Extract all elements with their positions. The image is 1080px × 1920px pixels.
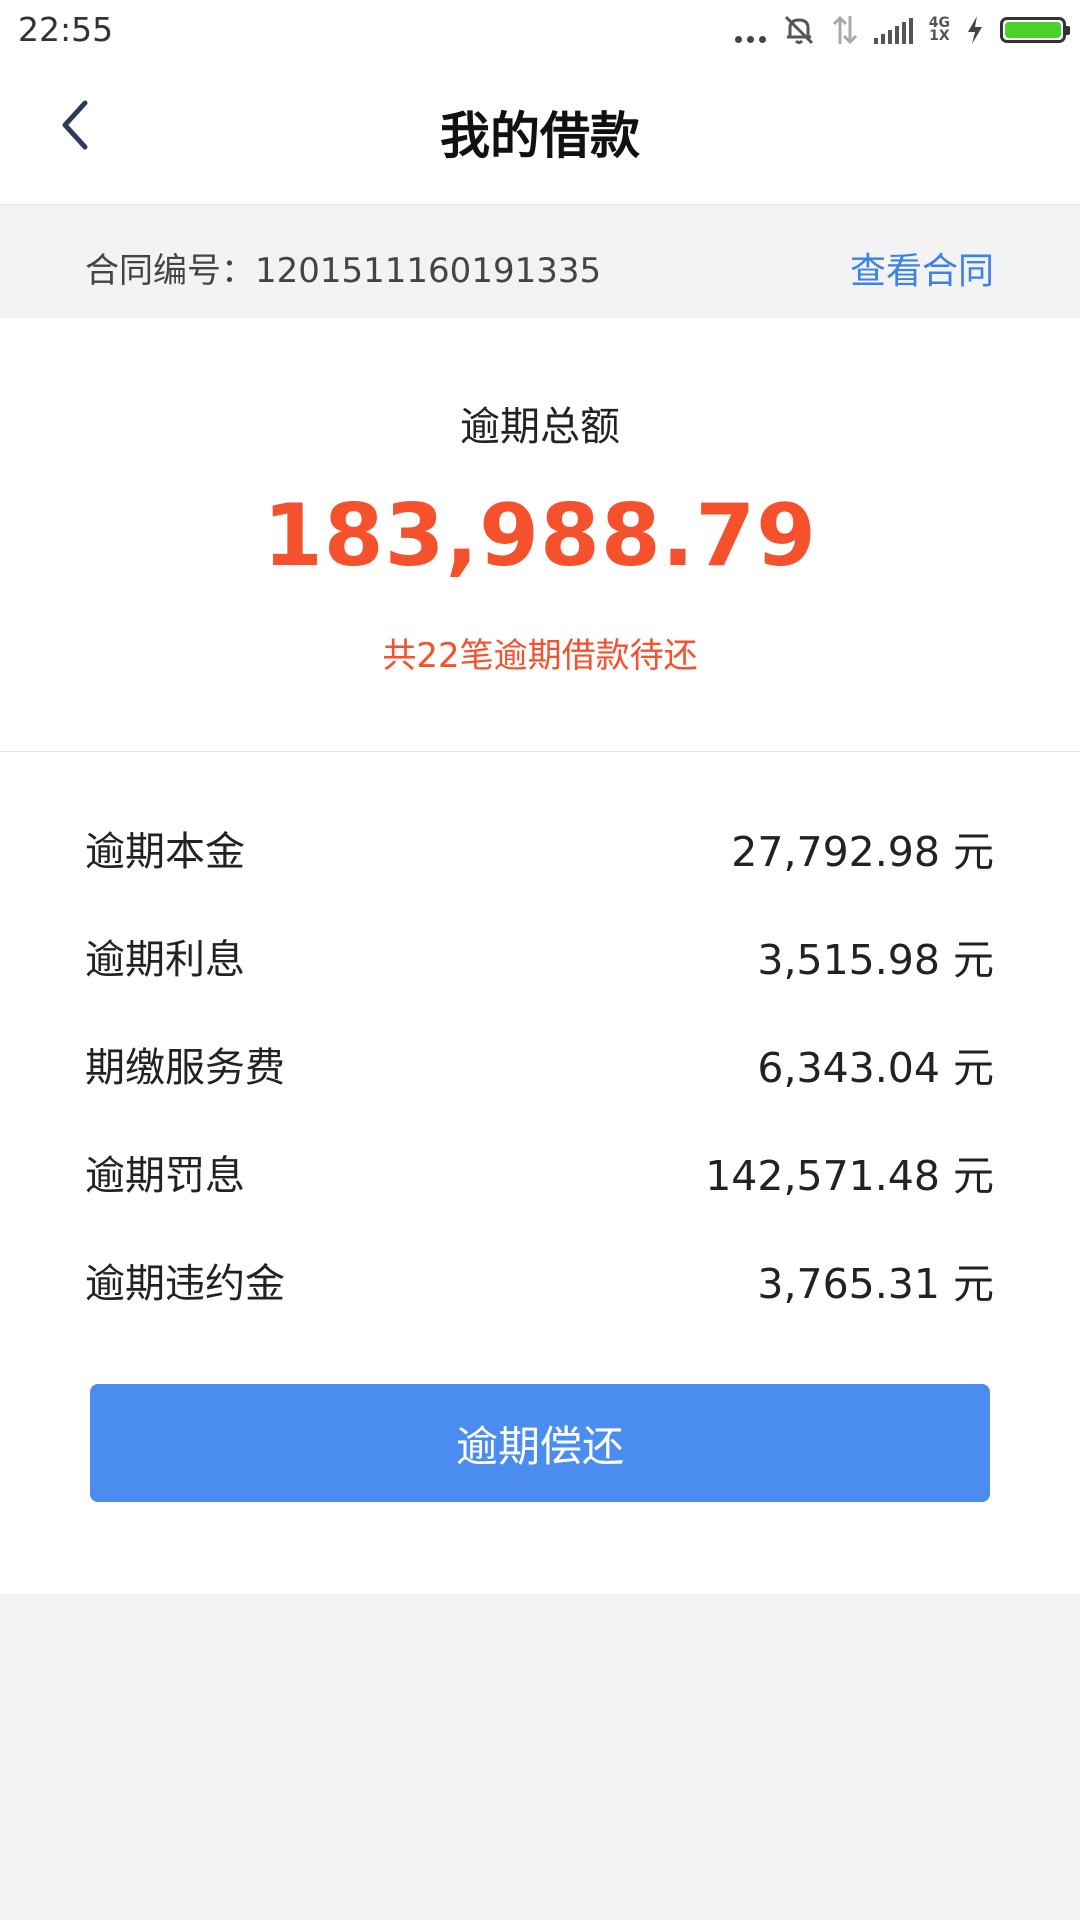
detail-value: 3,765.31 元 (757, 1260, 994, 1308)
detail-row-default-fee: 逾期违约金 3,765.31 元 (85, 1226, 994, 1334)
overdue-count-note: 共22笔逾期借款待还 (382, 636, 698, 676)
more-dots-icon (734, 17, 766, 43)
status-icons: 4G 1X (734, 12, 1070, 48)
detail-label: 逾期利息 (85, 937, 245, 983)
network-type: 4G 1X (928, 15, 950, 44)
loan-card: 逾期总额 183,988.79 共22笔逾期借款待还 逾期本金 27,792.9… (0, 318, 1080, 1594)
data-transfer-icon (832, 15, 857, 45)
detail-row-interest: 逾期利息 3,515.98 元 (85, 902, 994, 1010)
page-title: 我的借款 (440, 107, 640, 165)
detail-row-principal: 逾期本金 27,792.98 元 (85, 794, 994, 902)
detail-value: 3,515.98 元 (757, 936, 994, 984)
charging-icon (968, 16, 982, 44)
overdue-total-amount: 183,988.79 (262, 486, 818, 586)
view-contract-link[interactable]: 查看合同 (850, 242, 994, 294)
detail-label: 逾期罚息 (85, 1153, 245, 1199)
contract-row: 合同编号：1201511160191335 查看合同 (0, 205, 1080, 318)
detail-list: 逾期本金 27,792.98 元 逾期利息 3,515.98 元 期缴服务费 6… (85, 794, 994, 1334)
detail-label: 逾期违约金 (85, 1261, 285, 1307)
detail-label: 期缴服务费 (85, 1045, 285, 1091)
detail-label: 逾期本金 (85, 829, 245, 875)
battery-icon (1000, 17, 1070, 43)
detail-row-service-fee: 期缴服务费 6,343.04 元 (85, 1010, 994, 1118)
status-time: 22:55 (18, 10, 114, 49)
detail-row-penalty-interest: 逾期罚息 142,571.48 元 (85, 1118, 994, 1226)
nav-bar: 我的借款 (0, 60, 1080, 205)
overdue-total-label: 逾期总额 (460, 404, 620, 450)
contract-number: 合同编号：1201511160191335 (85, 251, 602, 291)
detail-value: 142,571.48 元 (705, 1152, 994, 1200)
overdue-repay-button[interactable]: 逾期偿还 (90, 1384, 990, 1502)
mute-bell-icon (784, 15, 813, 45)
signal-icon (873, 16, 913, 44)
detail-value: 27,792.98 元 (731, 828, 994, 876)
battery-level (1005, 22, 1061, 38)
detail-value: 6,343.04 元 (757, 1044, 994, 1092)
divider (0, 751, 1080, 752)
status-bar: 22:55 4G 1X (0, 0, 1080, 60)
